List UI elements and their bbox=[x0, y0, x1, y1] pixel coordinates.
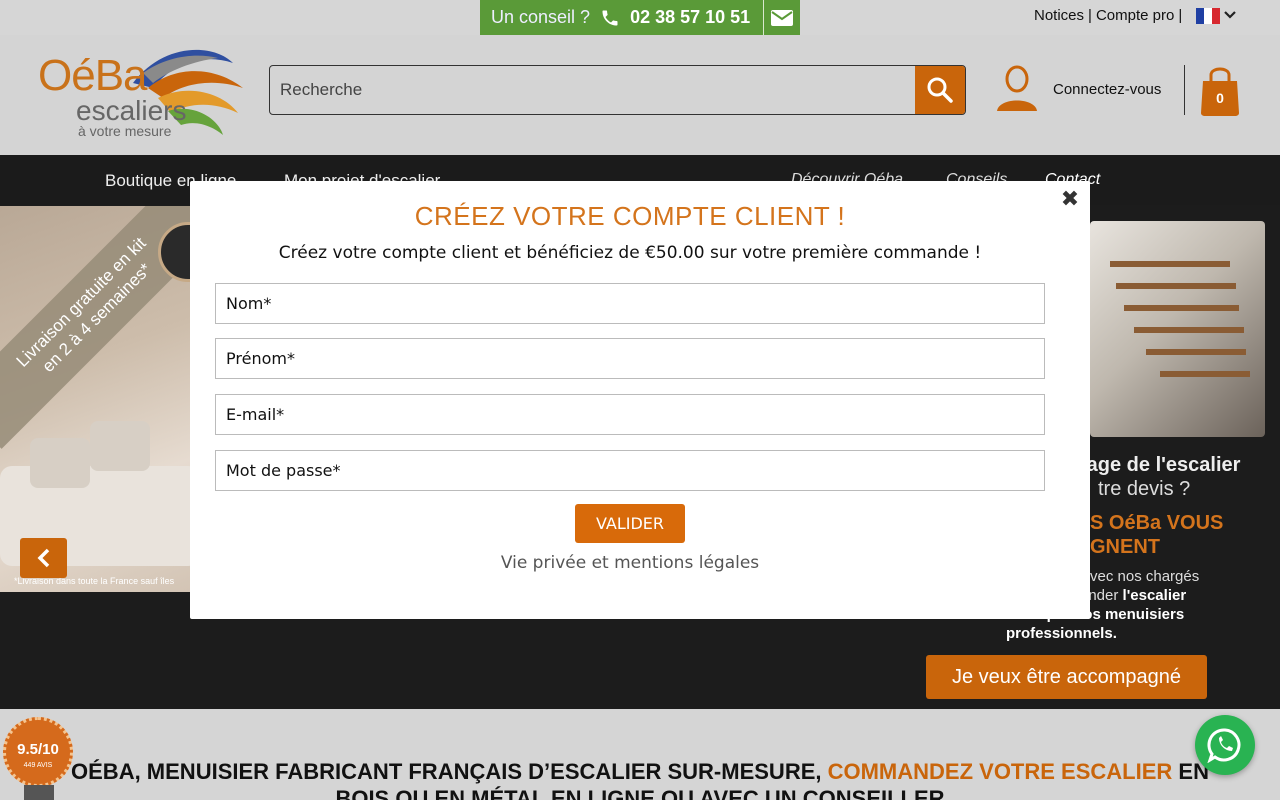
modal-title: CRÉEZ VOTRE COMPTE CLIENT ! bbox=[414, 201, 846, 231]
submit-button[interactable]: VALIDER bbox=[575, 504, 685, 543]
privacy-link[interactable]: Vie privée et mentions légales bbox=[190, 553, 1070, 573]
firstname-input[interactable] bbox=[216, 339, 1044, 378]
password-input[interactable] bbox=[216, 451, 1044, 490]
name-field bbox=[215, 283, 1045, 324]
password-field bbox=[215, 450, 1045, 491]
modal-subtitle: Créez votre compte client et bénéficiez … bbox=[278, 243, 982, 263]
signup-modal: ✖ CRÉEZ VOTRE COMPTE CLIENT ! Créez votr… bbox=[190, 181, 1090, 619]
email-input[interactable] bbox=[216, 395, 1044, 434]
firstname-field bbox=[215, 338, 1045, 379]
name-input[interactable] bbox=[216, 284, 1044, 323]
email-field bbox=[215, 394, 1045, 435]
